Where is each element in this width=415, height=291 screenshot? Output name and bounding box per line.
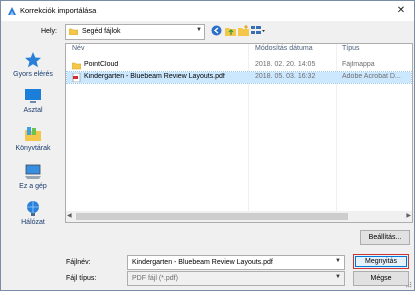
place-libraries[interactable]: Könyvtárak xyxy=(3,125,63,159)
window-title: Korrekciók importálása xyxy=(20,6,97,15)
place-label: Ez a gép xyxy=(19,183,47,190)
open-button[interactable]: Megnyitás xyxy=(353,254,409,269)
up-folder-icon[interactable] xyxy=(225,25,236,36)
location-value: Segéd fájlok xyxy=(82,28,121,35)
close-button[interactable]: ✕ xyxy=(394,4,408,18)
file-date: 2018. 05. 03. 16:32 xyxy=(255,73,316,80)
chevron-down-icon: ▼ xyxy=(196,27,202,33)
import-dialog: Korrekciók importálása ✕ Hely: Segéd fáj… xyxy=(0,0,415,291)
scroll-left-icon[interactable]: ◀ xyxy=(67,212,72,219)
new-folder-icon[interactable] xyxy=(238,25,249,36)
resize-grip-icon[interactable] xyxy=(406,282,412,288)
location-label: Hely: xyxy=(41,28,57,35)
file-row-selected[interactable]: Kindergarten - Bluebeam Review Layouts.p… xyxy=(66,71,412,84)
view-menu-icon[interactable] xyxy=(251,25,265,36)
title-bar: Korrekciók importálása ✕ xyxy=(1,1,414,21)
scrollbar-thumb[interactable] xyxy=(76,213,348,220)
location-dropdown[interactable]: Segéd fájlok ▼ xyxy=(65,24,205,40)
filetype-label: Fájl típus: xyxy=(66,275,97,282)
scroll-right-icon[interactable]: ▶ xyxy=(406,212,411,219)
filetype-value: PDF fájl (*.pdf) xyxy=(132,275,178,282)
file-type: Fájlmappa xyxy=(342,61,375,68)
folder-icon xyxy=(72,62,81,70)
back-icon[interactable] xyxy=(211,25,222,36)
chevron-down-icon[interactable]: ▼ xyxy=(335,258,341,264)
file-list[interactable]: Név Módosítás dátuma Típus PointCloud 20… xyxy=(65,43,413,223)
close-icon: ✕ xyxy=(396,5,406,16)
folder-icon xyxy=(69,28,78,35)
filename-value: Kindergarten - Bluebeam Review Layouts.p… xyxy=(132,259,273,266)
place-label: Könyvtárak xyxy=(15,145,51,152)
filename-label: Fájlnév: xyxy=(66,259,91,266)
file-name: Kindergarten - Bluebeam Review Layouts.p… xyxy=(84,73,225,80)
place-label: Gyors elérés xyxy=(13,71,53,78)
place-label: Hálózat xyxy=(21,219,45,226)
pdf-icon xyxy=(72,73,81,82)
column-header-name[interactable]: Név xyxy=(72,45,84,57)
file-row[interactable]: PointCloud 2018. 02. 20. 14:05 Fájlmappa xyxy=(67,60,411,71)
desktop-icon xyxy=(25,89,41,103)
chevron-down-icon: ▼ xyxy=(335,274,341,280)
computer-icon xyxy=(25,164,41,179)
column-header-date[interactable]: Módosítás dátuma xyxy=(255,45,313,57)
file-type: Adobe Acrobat D... xyxy=(342,73,401,80)
column-header-type[interactable]: Típus xyxy=(342,45,360,57)
filetype-dropdown[interactable]: PDF fájl (*.pdf) ▼ xyxy=(127,271,345,286)
places-bar: Gyors elérés Asztal Könyvtárak Ez a gép xyxy=(3,43,63,235)
horizontal-scrollbar[interactable]: ◀ ▶ xyxy=(66,211,412,222)
cancel-button[interactable]: Mégse xyxy=(353,271,409,286)
network-icon xyxy=(27,201,39,216)
file-date: 2018. 02. 20. 14:05 xyxy=(255,61,316,68)
place-desktop[interactable]: Asztal xyxy=(3,87,63,121)
filename-input[interactable]: Kindergarten - Bluebeam Review Layouts.p… xyxy=(127,255,345,270)
place-network[interactable]: Hálózat xyxy=(3,199,63,233)
libraries-icon xyxy=(25,127,41,141)
app-icon xyxy=(8,7,16,15)
file-name: PointCloud xyxy=(84,61,119,68)
place-label: Asztal xyxy=(23,107,43,114)
place-this-pc[interactable]: Ez a gép xyxy=(3,163,63,197)
settings-button[interactable]: Beállítás... xyxy=(360,230,410,245)
place-quick-access[interactable]: Gyors elérés xyxy=(3,51,63,85)
star-icon xyxy=(25,52,41,68)
